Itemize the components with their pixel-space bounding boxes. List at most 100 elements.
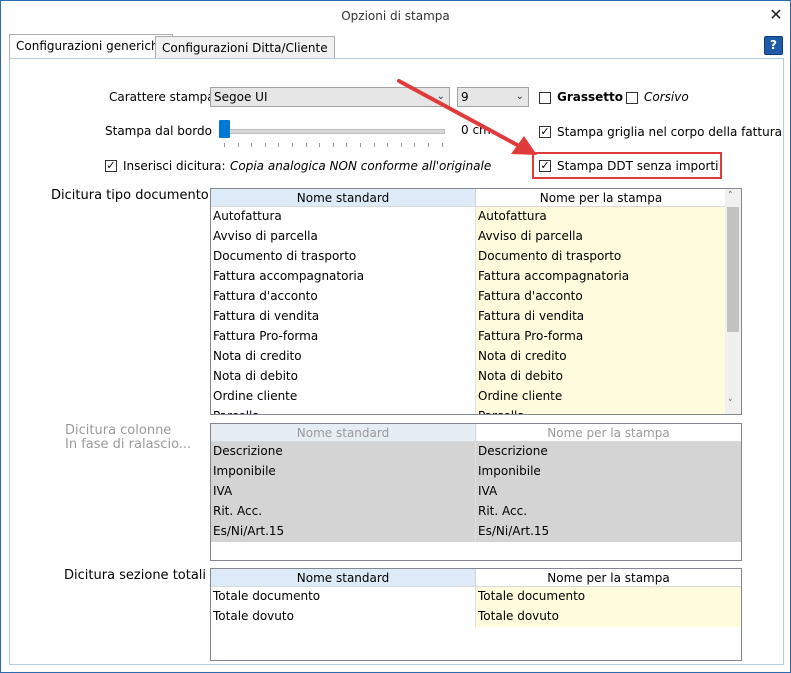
chevron-down-icon[interactable]: ˅ bbox=[728, 399, 733, 409]
table-row[interactable]: Nota di credito Nota di credito bbox=[211, 347, 725, 367]
cell-print-name[interactable]: Fattura d'acconto bbox=[476, 287, 725, 307]
title-bar: Opzioni di stampa ✕ bbox=[1, 1, 790, 31]
options-dialog: Opzioni di stampa ✕ Configurazioni gener… bbox=[0, 0, 791, 673]
grid-label: Stampa griglia nel corpo della fattura bbox=[557, 125, 782, 139]
column-header-print[interactable]: Nome per la stampa bbox=[476, 569, 741, 587]
cell-print-name[interactable]: Fattura Pro-forma bbox=[476, 327, 725, 347]
slider-tick bbox=[346, 143, 348, 147]
font-label: Carattere stampa bbox=[109, 90, 215, 104]
cell-standard-name: Ordine cliente bbox=[211, 387, 476, 407]
cell-standard-name: Parcella bbox=[211, 407, 476, 414]
cell-print-name[interactable]: Fattura accompagnatoria bbox=[476, 267, 725, 287]
slider-tick bbox=[264, 143, 266, 147]
table-row[interactable]: Documento di trasporto Documento di trasp… bbox=[211, 247, 725, 267]
cell-print-name[interactable]: Totale documento bbox=[476, 587, 741, 607]
dialog-title: Opzioni di stampa bbox=[341, 9, 450, 23]
cell-print-name[interactable]: Ordine cliente bbox=[476, 387, 725, 407]
margin-slider-thumb[interactable] bbox=[219, 120, 230, 138]
slider-tick bbox=[387, 143, 389, 147]
slider-tick bbox=[278, 143, 280, 147]
columns-sublabel: In fase di ralascio... bbox=[65, 437, 192, 452]
cell-print-name[interactable]: Parcella bbox=[476, 407, 725, 414]
cell-standard-name: Avviso di parcella bbox=[211, 227, 476, 247]
cell-standard-name: Es/Ni/Art.15 bbox=[211, 522, 476, 542]
doc-types-label: Dicitura tipo documento bbox=[51, 188, 209, 203]
ddt-label: Stampa DDT senza importi bbox=[557, 159, 719, 173]
chevron-up-icon[interactable]: ˄ bbox=[728, 191, 733, 201]
table-row[interactable]: Nota di debito Nota di debito bbox=[211, 367, 725, 387]
columns-label: Dicitura colonne bbox=[65, 423, 172, 438]
arrow-annotation bbox=[397, 79, 537, 155]
table-row: IVA IVA bbox=[211, 482, 741, 502]
cell-standard-name: Imponibile bbox=[211, 462, 476, 482]
cell-print-name[interactable]: Autofattura bbox=[476, 207, 725, 227]
table-row[interactable]: Ordine cliente Ordine cliente bbox=[211, 387, 725, 407]
table-row: Es/Ni/Art.15 Es/Ni/Art.15 bbox=[211, 522, 741, 542]
margin-label: Stampa dal bordo bbox=[105, 124, 212, 138]
cell-standard-name: Documento di trasporto bbox=[211, 247, 476, 267]
ddt-checkbox[interactable]: ✓ bbox=[539, 160, 551, 172]
table-row[interactable]: Fattura di vendita Fattura di vendita bbox=[211, 307, 725, 327]
table-row: Imponibile Imponibile bbox=[211, 462, 741, 482]
cell-print-name: Rit. Acc. bbox=[476, 502, 741, 522]
cell-print-name[interactable]: Fattura di vendita bbox=[476, 307, 725, 327]
slider-tick bbox=[237, 143, 239, 147]
cell-print-name[interactable]: Documento di trasporto bbox=[476, 247, 725, 267]
column-header-standard[interactable]: Nome standard bbox=[211, 189, 476, 207]
tab-configurazioni-generiche[interactable]: Configurazioni generiche bbox=[9, 34, 173, 58]
table-row[interactable]: Totale documento Totale documento bbox=[211, 587, 741, 607]
italic-label: Corsivo bbox=[644, 90, 689, 104]
tab-configurazioni-ditta-cliente[interactable]: Configurazioni Ditta/Cliente bbox=[155, 36, 335, 58]
cell-standard-name: Descrizione bbox=[211, 442, 476, 462]
cell-standard-name: IVA bbox=[211, 482, 476, 502]
cell-standard-name: Fattura Pro-forma bbox=[211, 327, 476, 347]
dicitura-label: Inserisci dicitura: bbox=[123, 159, 226, 173]
dicitura-text: Copia analogica NON conforme all'origina… bbox=[230, 159, 492, 173]
cell-print-name[interactable]: Totale dovuto bbox=[476, 607, 741, 627]
table-row[interactable]: Fattura d'acconto Fattura d'acconto bbox=[211, 287, 725, 307]
slider-tick bbox=[251, 143, 253, 147]
slider-tick bbox=[292, 143, 293, 147]
cell-print-name[interactable]: Avviso di parcella bbox=[476, 227, 725, 247]
cell-standard-name: Nota di credito bbox=[211, 347, 476, 367]
cell-standard-name: Totale dovuto bbox=[211, 607, 476, 627]
cell-standard-name: Fattura d'acconto bbox=[211, 287, 476, 307]
italic-checkbox[interactable] bbox=[626, 92, 638, 104]
table-row: Rit. Acc. Rit. Acc. bbox=[211, 502, 741, 522]
cell-print-name: Descrizione bbox=[476, 442, 741, 462]
scrollbar[interactable]: ˄ ˅ bbox=[725, 189, 741, 414]
table-row: Descrizione Descrizione bbox=[211, 442, 741, 462]
table-row[interactable]: Fattura accompagnatoria Fattura accompagn… bbox=[211, 267, 725, 287]
column-header-standard[interactable]: Nome standard bbox=[211, 569, 476, 587]
cell-standard-name: Rit. Acc. bbox=[211, 502, 476, 522]
cell-print-name: Imponibile bbox=[476, 462, 741, 482]
table-row[interactable]: ParcellaParcella bbox=[211, 407, 725, 414]
column-header-print[interactable]: Nome per la stampa bbox=[476, 189, 726, 207]
slider-tick bbox=[373, 143, 375, 147]
cell-standard-name: Fattura di vendita bbox=[211, 307, 476, 327]
cell-print-name: IVA bbox=[476, 482, 741, 502]
cell-print-name[interactable]: Nota di debito bbox=[476, 367, 725, 387]
cell-print-name: Es/Ni/Art.15 bbox=[476, 522, 741, 542]
dicitura-checkbox[interactable]: ✓ bbox=[105, 160, 117, 172]
table-row[interactable]: Totale dovuto Totale dovuto bbox=[211, 607, 741, 627]
cell-standard-name: Nota di debito bbox=[211, 367, 476, 387]
close-icon[interactable]: ✕ bbox=[766, 5, 786, 25]
slider-tick bbox=[224, 143, 225, 147]
font-face-value: Segoe UI bbox=[214, 90, 268, 104]
cell-print-name[interactable]: Nota di credito bbox=[476, 347, 725, 367]
table-row[interactable]: Autofattura Autofattura bbox=[211, 207, 725, 227]
totals-table[interactable]: Nome standard Nome per la stampa Totale … bbox=[210, 568, 742, 661]
scrollbar-thumb[interactable] bbox=[727, 207, 739, 332]
table-row[interactable]: Avviso di parcella Avviso di parcella bbox=[211, 227, 725, 247]
columns-table: Nome standard Nome per la stampa Descriz… bbox=[210, 423, 742, 561]
doc-types-table[interactable]: Nome standard Nome per la stampa Autofat… bbox=[210, 188, 742, 415]
help-icon[interactable]: ? bbox=[764, 36, 783, 55]
cell-standard-name: Autofattura bbox=[211, 207, 476, 227]
cell-standard-name: Fattura accompagnatoria bbox=[211, 267, 476, 287]
column-header-standard: Nome standard bbox=[211, 424, 476, 442]
cell-standard-name: Totale documento bbox=[211, 587, 476, 607]
table-row[interactable]: Fattura Pro-forma Fattura Pro-forma bbox=[211, 327, 725, 347]
column-header-print: Nome per la stampa bbox=[476, 424, 741, 442]
totals-label: Dicitura sezione totali bbox=[64, 568, 207, 583]
